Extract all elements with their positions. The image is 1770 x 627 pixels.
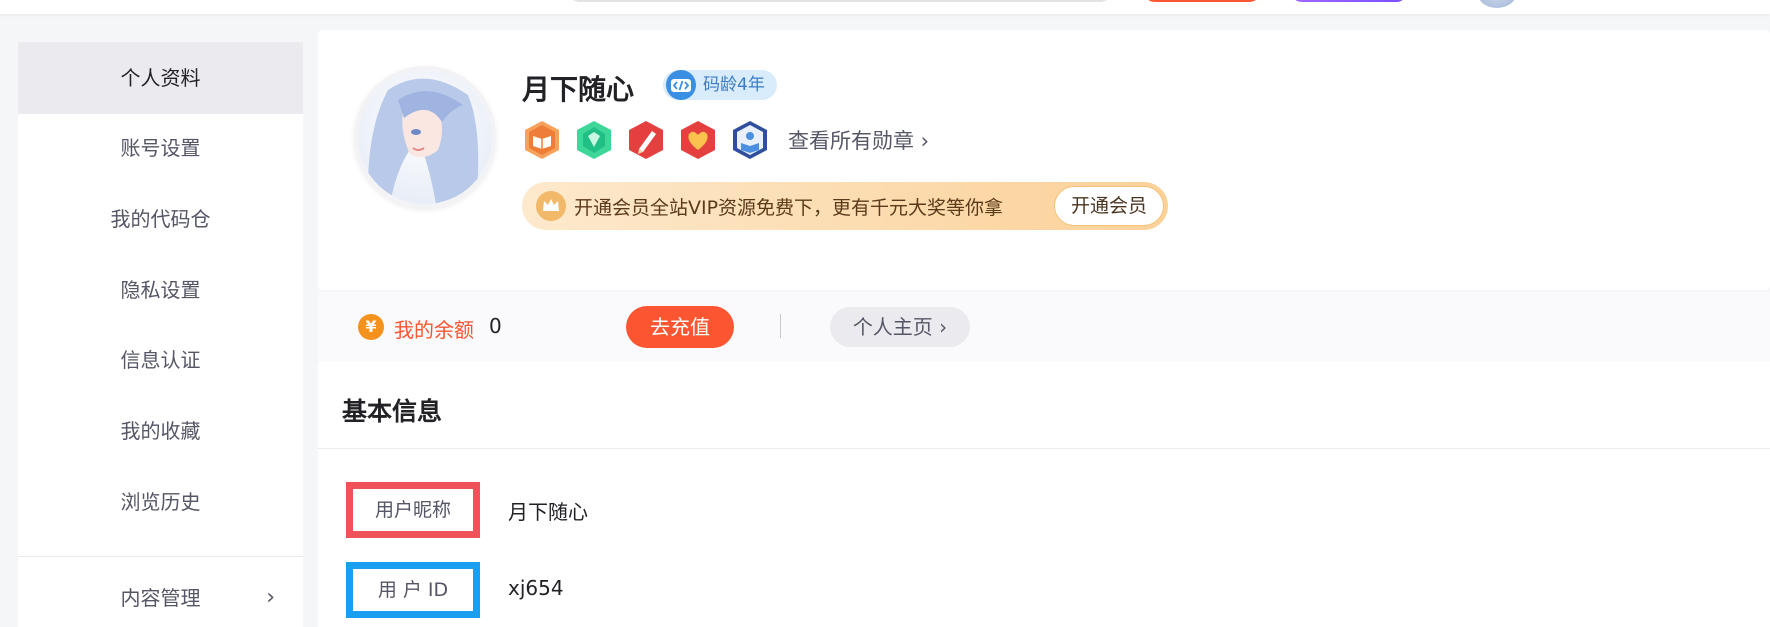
code-icon [666,70,696,100]
top-header [0,0,1770,14]
user-id-value: xj654 [508,576,564,600]
header-avatar[interactable] [1478,0,1516,8]
code-age-text: 码龄4年 [703,75,765,95]
medal-row: 查看所有勋章 › [522,116,929,164]
header-red-button[interactable] [1143,0,1261,2]
sidebar-divider [18,556,303,557]
crown-icon [536,191,566,221]
divider [780,314,781,338]
divider [318,448,1770,449]
open-vip-button[interactable]: 开通会员 [1054,186,1164,226]
chevron-right-icon: › [266,585,275,610]
username: 月下随心 [522,73,635,106]
sidebar-item-account-settings[interactable]: 账号设置 [18,112,303,184]
sidebar-item-label: 内容管理 [120,586,201,610]
header-purple-button[interactable] [1290,0,1408,2]
balance-label: 我的余额 [394,318,474,342]
book-medal-icon[interactable] [522,119,562,161]
vip-promo-text: 开通会员全站VIP资源免费下，更有千元大奖等你拿 [574,196,1004,219]
nickname-value: 月下随心 [508,500,588,524]
sidebar-item-profile[interactable]: 个人资料 [18,42,303,114]
vip-banner[interactable]: 开通会员全站VIP资源免费下，更有千元大奖等你拿 开通会员 [522,182,1168,230]
sidebar-item-code-repo[interactable]: 我的代码仓 [18,183,303,255]
user-id-label: 用 户 ID [346,562,480,618]
sidebar-item-privacy[interactable]: 隐私设置 [18,254,303,326]
avatar[interactable] [354,66,496,208]
gem-medal-icon[interactable] [574,119,614,161]
view-all-medals-link[interactable]: 查看所有勋章 › [788,125,929,155]
sidebar-item-history[interactable]: 浏览历史 [18,466,303,538]
yen-icon: ¥ [358,314,384,340]
recharge-button[interactable]: 去充值 [626,306,734,348]
pen-medal-icon[interactable] [626,119,666,161]
sidebar: 个人资料 账号设置 我的代码仓 隐私设置 信息认证 我的收藏 浏览历史 内容管理… [18,42,303,627]
reader-medal-icon[interactable] [730,119,770,161]
nickname-label: 用户昵称 [346,482,480,538]
balance-value: 0 [489,314,502,338]
profile-card: 月下随心 码龄4年 查看所有勋章 › 开通会员全站VIP资源免费下，更有千元大奖… [318,30,1770,290]
code-age-badge: 码龄4年 [663,70,777,100]
sidebar-item-content-manage[interactable]: 内容管理 › [18,562,303,627]
sidebar-item-verification[interactable]: 信息认证 [18,324,303,396]
balance-row: ¥ 我的余额 0 去充值 个人主页 › [318,292,1770,362]
search-input[interactable] [565,0,1115,2]
personal-homepage-button[interactable]: 个人主页 › [830,307,970,347]
basic-info-section: 基本信息 用户昵称 月下随心 用 户 ID xj654 [318,362,1770,627]
heart-medal-icon[interactable] [678,119,718,161]
sidebar-item-favorites[interactable]: 我的收藏 [18,395,303,467]
section-title: 基本信息 [342,397,443,426]
